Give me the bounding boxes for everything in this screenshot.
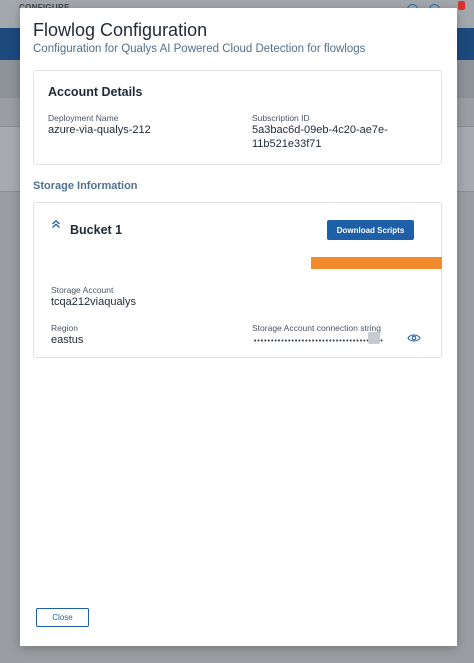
- subscription-id-value-line2: 11b521e33f71: [252, 138, 322, 150]
- bucket-card: Bucket 1 Download Scripts Storage Accoun…: [33, 202, 442, 358]
- deployment-name-value: azure-via-qualys-212: [48, 124, 151, 136]
- connection-string-masked-value[interactable]: ••••••••••••••••••••••••••••••••••••••••…: [253, 335, 383, 347]
- storage-information-heading: Storage Information: [33, 180, 138, 192]
- chevron-up-icon[interactable]: [51, 219, 61, 229]
- modal-subtitle: Configuration for Qualys AI Powered Clou…: [33, 43, 366, 55]
- download-scripts-button[interactable]: Download Scripts: [327, 220, 414, 240]
- background-panel-right: [456, 126, 474, 192]
- region-label: Region: [51, 323, 78, 333]
- connection-string-label: Storage Account connection string: [252, 323, 381, 333]
- region-value: eastus: [51, 334, 84, 346]
- subscription-id-value-line1: 5a3bac6d-09eb-4c20-ae7e-: [252, 124, 388, 136]
- modal-title: Flowlog Configuration: [33, 20, 208, 40]
- storage-account-label: Storage Account: [51, 285, 114, 295]
- flowlog-configuration-modal: Flowlog Configuration Configuration for …: [20, 8, 457, 646]
- subscription-id-label: Subscription ID: [252, 113, 310, 123]
- storage-account-value: tcqa212viaqualys: [51, 296, 137, 308]
- background-notification-badge-icon: [458, 1, 465, 10]
- close-button[interactable]: Close: [36, 608, 89, 627]
- background-panel-left: [0, 126, 20, 192]
- progress-indicator-bar: [311, 257, 442, 269]
- account-details-card: Account Details Deployment Name azure-vi…: [33, 70, 442, 165]
- deployment-name-label: Deployment Name: [48, 113, 119, 123]
- connection-string-scrollbar[interactable]: [368, 332, 380, 344]
- eye-icon[interactable]: [407, 333, 421, 343]
- bucket-title: Bucket 1: [70, 223, 123, 237]
- account-details-heading: Account Details: [48, 85, 143, 99]
